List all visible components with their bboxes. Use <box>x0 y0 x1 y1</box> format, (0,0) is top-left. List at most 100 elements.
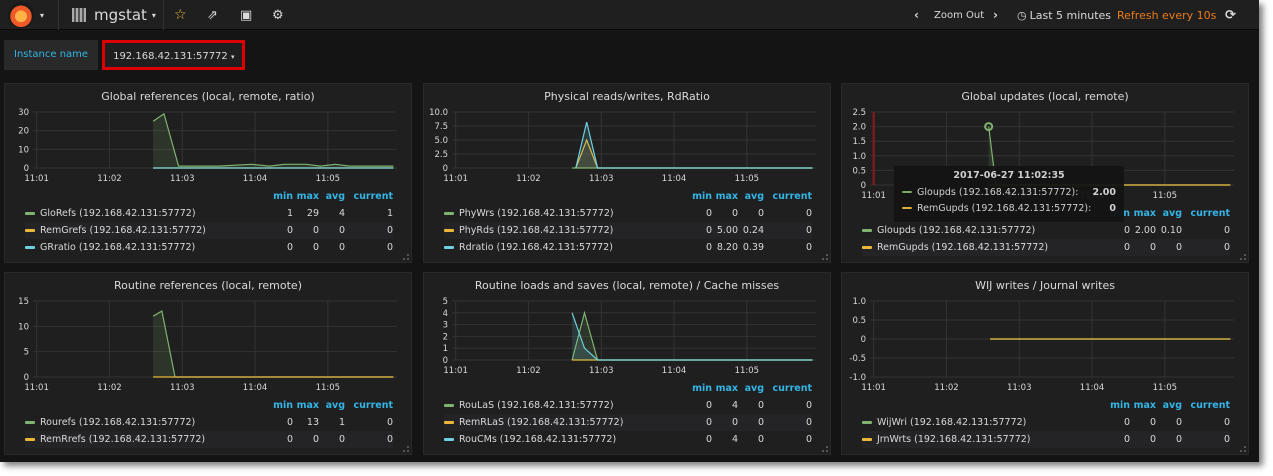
caret-down-icon[interactable]: ▾ <box>40 0 44 30</box>
legend-header-avg[interactable]: avg <box>1156 205 1182 222</box>
legend-value-current: 0 <box>1223 242 1230 253</box>
legend-header-max[interactable]: max <box>712 188 738 205</box>
legend-value-max: 0 <box>312 225 319 236</box>
series-name[interactable]: GloRefs (192.168.42.131:57772) <box>40 205 196 222</box>
series-swatch[interactable] <box>444 404 454 407</box>
legend-series-row[interactable]: GRratio (192.168.42.131:57772) 0 0 0 0 <box>25 239 393 256</box>
series-name[interactable]: Rourefs (192.168.42.131:57772) <box>40 414 195 431</box>
legend-series-row[interactable]: JrnWrts (192.168.42.131:57772) 0 0 0 0 <box>862 431 1230 448</box>
legend-series-row[interactable]: RouCMs (192.168.42.131:57772) 0 4 0 0 <box>444 431 812 448</box>
legend-series-row[interactable]: Rourefs (192.168.42.131:57772) 0 13 1 0 <box>25 414 393 431</box>
series-swatch[interactable] <box>862 421 872 424</box>
series-swatch[interactable] <box>25 212 35 215</box>
legend-series-row[interactable]: Rdratio (192.168.42.131:57772) 0 8.20 0.39 0 <box>444 239 812 256</box>
legend-series-row[interactable]: PhyRds (192.168.42.131:57772) 0 5.00 0.24 0 <box>444 222 812 239</box>
star-icon[interactable]: ☆ <box>174 0 187 30</box>
legend-header-max[interactable]: max <box>712 380 738 397</box>
legend-header-avg[interactable]: avg <box>738 188 764 205</box>
legend-header-avg[interactable]: avg <box>319 397 345 414</box>
series-name[interactable]: WijWri (192.168.42.131:57772) <box>877 414 1026 431</box>
legend-header-avg[interactable]: avg <box>319 188 345 205</box>
chevron-right-icon[interactable]: › <box>993 0 998 30</box>
legend-series-row[interactable]: GloRefs (192.168.42.131:57772) 1 29 4 1 <box>25 205 393 222</box>
refresh-interval[interactable]: Refresh every 10s <box>1117 0 1216 30</box>
legend-header-min[interactable]: min <box>1104 397 1130 414</box>
series-swatch[interactable] <box>444 246 454 249</box>
legend-series-row[interactable]: RemGrefs (192.168.42.131:57772) 0 0 0 0 <box>25 222 393 239</box>
time-range-picker[interactable]: ◷ Last 5 minutes <box>1017 0 1111 30</box>
graph-legend: min max avg current PhyWrs (192.168.42.131:5… <box>444 188 812 256</box>
legend-series-row[interactable]: RemGupds (192.168.42.131:57772) 0 0 0 0 <box>862 239 1230 256</box>
legend-header-min[interactable]: min <box>267 188 293 205</box>
series-name[interactable]: RemRrefs (192.168.42.131:57772) <box>40 431 205 448</box>
series-swatch[interactable] <box>862 246 872 249</box>
series-name[interactable]: RouCMs (192.168.42.131:57772) <box>459 431 616 448</box>
series-swatch[interactable] <box>25 438 35 441</box>
series-name[interactable]: RemRLaS (192.168.42.131:57772) <box>459 414 623 431</box>
y-tick-label: 10 <box>18 145 29 155</box>
legend-header-min[interactable]: min <box>267 397 293 414</box>
legend-header-avg[interactable]: avg <box>738 380 764 397</box>
series-name[interactable]: RemGupds (192.168.42.131:57772) <box>877 239 1048 256</box>
legend-header-max[interactable]: max <box>1130 397 1156 414</box>
series-swatch[interactable] <box>862 229 872 232</box>
series-name[interactable]: PhyWrs (192.168.42.131:57772) <box>459 205 614 222</box>
legend-header-avg[interactable]: avg <box>1156 397 1182 414</box>
gear-icon[interactable]: ⚙ <box>272 0 284 30</box>
instance-name-select[interactable]: 192.168.42.131:57772 ▾ <box>102 40 246 70</box>
panel-resize-handle[interactable] <box>1240 446 1246 452</box>
series-name[interactable]: Gloupds (192.168.42.131:57772) <box>877 222 1035 239</box>
grafana-logo-icon[interactable] <box>8 2 34 28</box>
legend-header-min[interactable]: min <box>686 380 712 397</box>
series-name[interactable]: GRratio (192.168.42.131:57772) <box>40 239 195 256</box>
panel-resize-handle[interactable] <box>403 254 409 260</box>
legend-header-max[interactable]: max <box>1130 205 1156 222</box>
legend-header-current[interactable]: current <box>345 188 393 205</box>
legend-header-max[interactable]: max <box>293 397 319 414</box>
save-icon[interactable]: ▣ <box>240 0 252 30</box>
series-swatch[interactable] <box>25 421 35 424</box>
dashboard-picker[interactable]: mgstat ▾ <box>72 0 156 30</box>
legend-series-row[interactable]: Gloupds (192.168.42.131:57772) 0 2.00 0.10 0 <box>862 222 1230 239</box>
x-tick-label: 11:02 <box>516 366 541 376</box>
legend-header-current[interactable]: current <box>1182 205 1230 222</box>
graph-legend: min max avg current RouLaS (192.168.42.131:5… <box>444 380 812 448</box>
legend-spacer <box>25 397 267 414</box>
series-name[interactable]: JrnWrts (192.168.42.131:57772) <box>877 431 1031 448</box>
legend-value-current: 0 <box>1223 434 1230 445</box>
panel-resize-handle[interactable] <box>822 254 828 260</box>
legend-header-current[interactable]: current <box>1182 397 1230 414</box>
share-icon[interactable]: ⇗ <box>207 0 218 30</box>
series-name[interactable]: RemGrefs (192.168.42.131:57772) <box>40 222 206 239</box>
series-swatch[interactable] <box>444 229 454 232</box>
legend-header-current[interactable]: current <box>764 380 812 397</box>
legend-series-row[interactable]: RouLaS (192.168.42.131:57772) 0 4 0 0 <box>444 397 812 414</box>
series-name[interactable]: RouLaS (192.168.42.131:57772) <box>459 397 614 414</box>
legend-header-max[interactable]: max <box>293 188 319 205</box>
panel-resize-handle[interactable] <box>822 446 828 452</box>
series-swatch[interactable] <box>862 438 872 441</box>
legend-value-min: 0 <box>286 417 293 428</box>
refresh-icon[interactable]: ⟳ <box>1225 0 1236 30</box>
legend-series-row[interactable]: RemRrefs (192.168.42.131:57772) 0 0 0 0 <box>25 431 393 448</box>
legend-series-row[interactable]: WijWri (192.168.42.131:57772) 0 0 0 0 <box>862 414 1230 431</box>
series-swatch[interactable] <box>25 246 35 249</box>
zoom-out-button[interactable]: Zoom Out <box>934 0 984 30</box>
legend-series-row[interactable]: PhyWrs (192.168.42.131:57772) 0 0 0 0 <box>444 205 812 222</box>
series-name[interactable]: PhyRds (192.168.42.131:57772) <box>459 222 613 239</box>
series-name[interactable]: Rdratio (192.168.42.131:57772) <box>459 239 613 256</box>
legend-header-min[interactable]: min <box>686 188 712 205</box>
legend-header-current[interactable]: current <box>764 188 812 205</box>
panel-resize-handle[interactable] <box>403 446 409 452</box>
legend-header-current[interactable]: current <box>345 397 393 414</box>
chevron-left-icon[interactable]: ‹ <box>914 0 919 30</box>
series-swatch[interactable] <box>25 229 35 232</box>
legend-value-avg: 0 <box>1175 434 1182 445</box>
legend-value-min: 1 <box>286 208 293 219</box>
series-line <box>152 112 394 167</box>
panel-resize-handle[interactable] <box>1240 254 1246 260</box>
legend-series-row[interactable]: RemRLaS (192.168.42.131:57772) 0 0 0 0 <box>444 414 812 431</box>
series-swatch[interactable] <box>444 438 454 441</box>
series-swatch[interactable] <box>444 212 454 215</box>
series-swatch[interactable] <box>444 421 454 424</box>
